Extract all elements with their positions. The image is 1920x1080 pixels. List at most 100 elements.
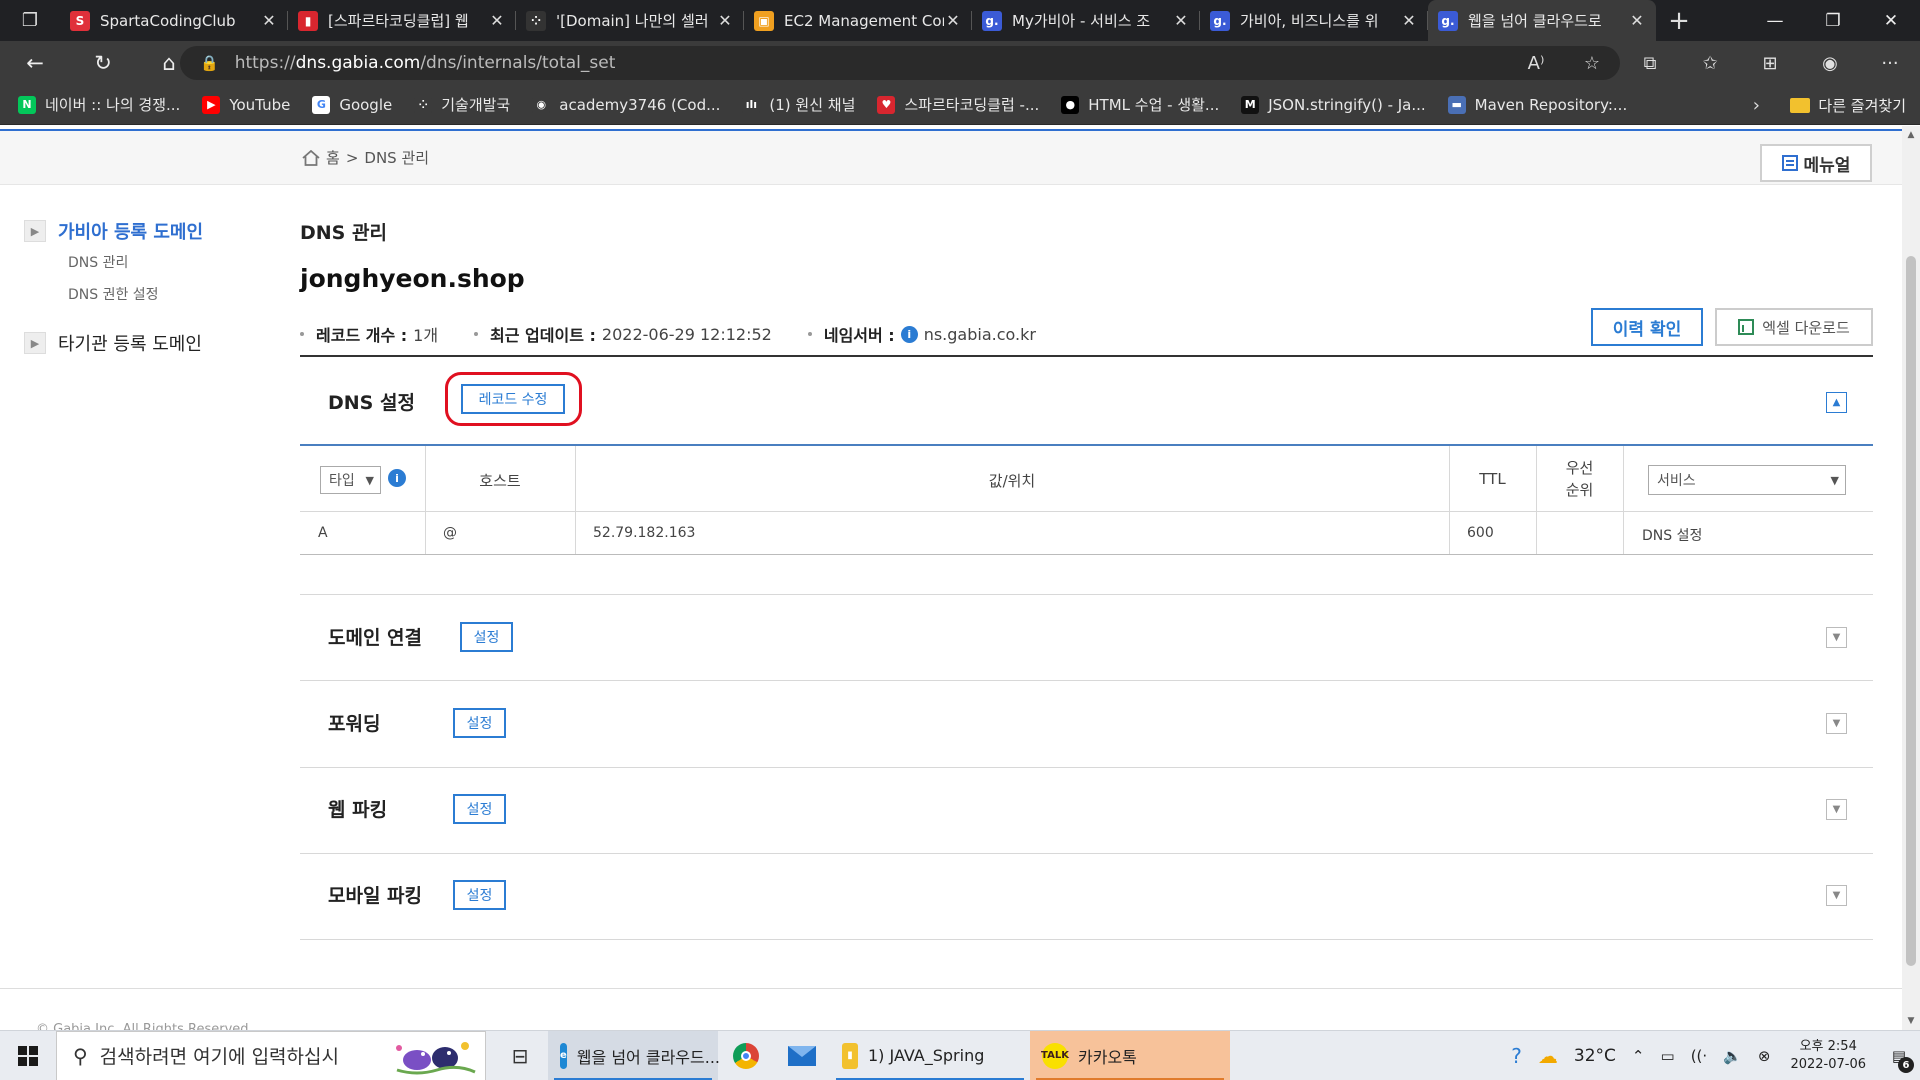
tab-title: 웹을 넘어 클라우드로 <box>1468 12 1602 30</box>
minimize-icon[interactable]: — <box>1746 0 1804 41</box>
tab-close-icon[interactable]: ✕ <box>1172 11 1190 30</box>
notification-center-button[interactable]: ▤ 6 <box>1878 1031 1920 1080</box>
tab-close-icon[interactable]: ✕ <box>944 11 962 30</box>
browser-tab[interactable]: ▣ EC2 Management Con ✕ <box>744 0 972 41</box>
scroll-up-arrow-icon[interactable]: ▲ <box>1902 130 1920 140</box>
breadcrumb-home-icon[interactable] <box>302 149 320 166</box>
browser-tab[interactable]: ▮ [스파르타코딩클럽] 웹 ✕ <box>288 0 516 41</box>
bookmark-item[interactable]: ▶ YouTube <box>202 95 290 114</box>
tab-favicon-icon: ▮ <box>298 10 318 31</box>
mobile-parking-settings-button[interactable]: 설정 <box>453 880 506 910</box>
scroll-down-arrow-icon[interactable]: ▼ <box>1902 1016 1920 1026</box>
sidebar-item-other-domains[interactable]: ▶ 타기관 등록 도메인 <box>24 330 264 356</box>
bookmark-item[interactable]: ılı (1) 원신 채널 <box>742 94 855 115</box>
tray-chevron-up-icon[interactable]: ⌃ <box>1632 1047 1645 1065</box>
browser-tab[interactable]: g. My가비아 - 서비스 조 ✕ <box>972 0 1200 41</box>
tab-actions-icon[interactable]: ❐ <box>0 0 60 41</box>
taskbar-app-label: 1) JAVA_Spring <box>868 1046 985 1065</box>
read-aloud-icon[interactable]: A⁾ <box>1508 53 1564 74</box>
chrome-taskbar-icon[interactable] <box>718 1031 774 1080</box>
notification-count: 6 <box>1898 1057 1914 1073</box>
copyright: © Gabia Inc. All Rights Reserved. <box>36 1022 253 1030</box>
page-scrollbar[interactable]: ▲ ▼ <box>1902 126 1920 1030</box>
bookmark-label: JSON.stringify() - Ja... <box>1268 95 1426 114</box>
info-icon[interactable]: i <box>900 325 918 343</box>
taskbar-app[interactable]: ▮ 1) JAVA_Spring <box>830 1031 1030 1080</box>
browser-tab[interactable]: g. 가비아, 비즈니스를 위 ✕ <box>1200 0 1428 41</box>
wifi-icon[interactable]: ((· <box>1691 1047 1707 1065</box>
start-button[interactable] <box>0 1045 56 1066</box>
scrollbar-thumb[interactable] <box>1906 256 1916 966</box>
mail-taskbar-icon[interactable] <box>774 1031 830 1080</box>
ime-icon[interactable]: ⊗ <box>1758 1047 1771 1065</box>
weather-icon[interactable]: ☁ <box>1538 1044 1558 1068</box>
back-icon[interactable]: ← <box>10 51 60 75</box>
bookmark-label: HTML 수업 - 생활... <box>1088 96 1220 114</box>
tab-close-icon[interactable]: ✕ <box>1400 11 1418 30</box>
tab-close-icon[interactable]: ✕ <box>488 11 506 30</box>
tab-close-icon[interactable]: ✕ <box>260 11 278 30</box>
bookmark-item[interactable]: ◉ academy3746 (Cod... <box>532 95 720 114</box>
type-filter-select[interactable]: 타입 ▼ <box>320 466 381 494</box>
tab-close-icon[interactable]: ✕ <box>716 11 734 30</box>
bookmark-item[interactable]: ● HTML 수업 - 생활... <box>1061 94 1219 115</box>
breadcrumb-home[interactable]: 홈 <box>326 147 340 168</box>
excel-download-button[interactable]: 엑셀 다운로드 <box>1715 308 1873 346</box>
refresh-icon[interactable]: ↻ <box>78 51 128 75</box>
bookmark-item[interactable]: N 네이버 :: 나의 경쟁... <box>18 94 180 115</box>
taskbar-search-box[interactable]: ⚲ 검색하려면 여기에 입력하십시 <box>56 1030 486 1080</box>
browser-tab-strip: ❐ S SpartaCodingClub ✕ ▮ [스파르타코딩클럽] 웹 ✕ ⁘ '[Dom… <box>0 0 1920 41</box>
manual-button[interactable]: 메뉴얼 <box>1760 144 1872 182</box>
sidebar-item-dns-permission[interactable]: DNS 권한 설정 <box>68 284 264 304</box>
more-bookmarks-chevron-icon[interactable]: › <box>1753 85 1760 125</box>
service-filter-select[interactable]: 서비스 ▼ <box>1648 465 1846 495</box>
other-bookmarks-folder[interactable]: 다른 즐겨찾기 <box>1790 85 1906 125</box>
priority-line2: 순위 <box>1565 481 1594 499</box>
bookmark-item[interactable]: ♥ 스파르타코딩클럽 -... <box>877 94 1039 115</box>
bookmark-item[interactable]: G Google <box>312 95 392 114</box>
info-icon[interactable]: i <box>388 469 406 487</box>
browser-tab[interactable]: S SpartaCodingClub ✕ <box>60 0 288 41</box>
address-bar[interactable]: 🔒 https://dns.gabia.com/dns/internals/to… <box>180 46 1620 80</box>
weather-temperature[interactable]: 32°C <box>1574 1046 1616 1066</box>
bookmark-item[interactable]: M JSON.stringify() - Ja... <box>1241 95 1426 114</box>
taskbar-app[interactable]: e 웹을 넘어 클라우드... <box>548 1030 720 1080</box>
browser-tab[interactable]: ⁘ '[Domain] 나만의 셀러 ✕ <box>516 0 744 41</box>
favorites-icon[interactable]: ✩ <box>1680 53 1740 74</box>
column-header-priority: 우선 순위 <box>1536 457 1623 501</box>
sidebar-item-dns-manage[interactable]: DNS 관리 <box>68 252 264 272</box>
new-tab-button[interactable]: + <box>1656 0 1702 41</box>
bookmark-item[interactable]: ▬ Maven Repository:... <box>1447 95 1627 114</box>
browser-tab[interactable]: g. 웹을 넘어 클라우드로 ✕ <box>1428 0 1656 41</box>
column-header-value: 값/위치 <box>988 472 1036 490</box>
collections-icon[interactable]: ⊞ <box>1740 53 1800 74</box>
restore-icon[interactable]: ❐ <box>1804 0 1862 41</box>
task-view-icon[interactable]: ⊟ <box>492 1031 548 1080</box>
chevron-right-icon: ▶ <box>24 220 46 242</box>
tab-close-icon[interactable]: ✕ <box>1628 11 1646 30</box>
close-window-icon[interactable]: ✕ <box>1862 0 1920 41</box>
domain-connect-settings-button[interactable]: 설정 <box>460 622 513 652</box>
history-button[interactable]: 이력 확인 <box>1591 308 1703 346</box>
bookmark-item[interactable]: ⁘ 기술개발국 <box>414 94 510 115</box>
volume-icon[interactable]: 🔈 <box>1723 1047 1742 1065</box>
extensions-icon[interactable]: ⧉ <box>1620 53 1680 74</box>
expand-chevron-down-icon[interactable]: ▼ <box>1826 885 1847 906</box>
profile-avatar[interactable]: ◉ <box>1800 53 1860 74</box>
system-clock[interactable]: 오후 2:54 2022-07-06 <box>1790 1038 1866 1074</box>
forwarding-settings-button[interactable]: 설정 <box>453 708 506 738</box>
meet-now-icon[interactable]: ▭ <box>1661 1047 1675 1065</box>
column-divider <box>1623 446 1624 554</box>
add-favorite-icon[interactable]: ☆ <box>1564 53 1620 74</box>
expand-chevron-down-icon[interactable]: ▼ <box>1826 713 1847 734</box>
expand-chevron-down-icon[interactable]: ▼ <box>1826 799 1847 820</box>
sidebar-item-gabia-domains[interactable]: ▶ 가비아 등록 도메인 <box>24 218 264 244</box>
more-menu-icon[interactable]: ··· <box>1860 53 1920 74</box>
collapse-chevron-up-icon[interactable]: ▲ <box>1826 392 1847 413</box>
expand-chevron-down-icon[interactable]: ▼ <box>1826 627 1847 648</box>
lock-icon[interactable]: 🔒 <box>200 54 219 72</box>
help-icon[interactable]: ? <box>1511 1044 1522 1068</box>
web-parking-settings-button[interactable]: 설정 <box>453 794 506 824</box>
edit-record-button[interactable]: 레코드 수정 <box>461 384 565 414</box>
taskbar-app[interactable]: TALK 카카오톡 <box>1030 1030 1230 1080</box>
